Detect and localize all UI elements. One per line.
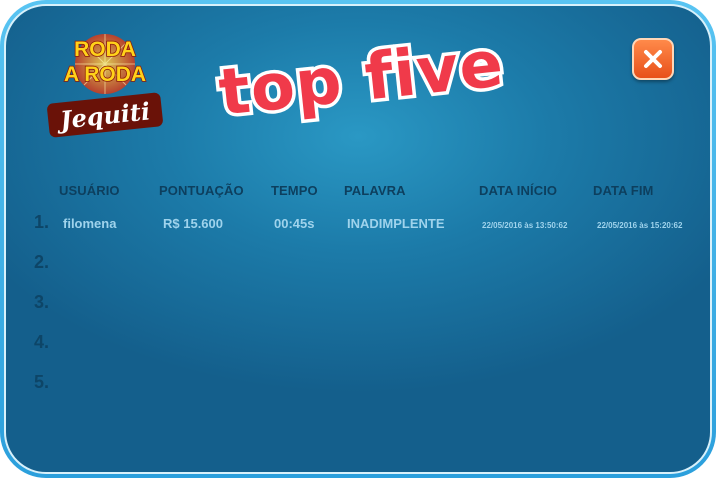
- row-score: R$ 15.600: [163, 216, 223, 231]
- rank-4: 4.: [34, 332, 50, 352]
- rank-3: 3.: [34, 292, 50, 312]
- row-user: filomena: [63, 216, 117, 231]
- rank-2: 2.: [34, 252, 50, 272]
- header-user: USUÁRIO: [59, 183, 120, 198]
- close-button[interactable]: [632, 38, 674, 80]
- logo-line-2: A RODA: [64, 63, 146, 86]
- close-icon: [644, 50, 662, 68]
- row-time: 00:45s: [274, 216, 315, 231]
- header-word: PALAVRA: [344, 183, 406, 198]
- header-end-date: DATA FIM: [593, 183, 654, 198]
- dialog-body: RODA A RODA Jequiti top five USUÁRIO PON…: [4, 4, 712, 474]
- roda-a-roda-jequiti-logo: RODA A RODA Jequiti: [47, 34, 163, 138]
- rank-5: 5.: [34, 372, 50, 392]
- row-start-date: 22/05/2016 às 13:50:62: [482, 221, 568, 230]
- header-time: TEMPO: [271, 183, 318, 198]
- page-title: top five: [212, 24, 511, 133]
- logo-line-1: RODA: [74, 38, 136, 61]
- rank-1: 1.: [34, 212, 50, 232]
- header-score: PONTUAÇÃO: [159, 183, 244, 198]
- title-text: top five: [216, 27, 508, 130]
- row-word: INADIMPLENTE: [347, 216, 445, 231]
- header-start-date: DATA INÍCIO: [479, 183, 558, 198]
- top-five-dialog: RODA A RODA Jequiti top five USUÁRIO PON…: [0, 0, 716, 478]
- row-end-date: 22/05/2016 às 15:20:62: [597, 221, 683, 230]
